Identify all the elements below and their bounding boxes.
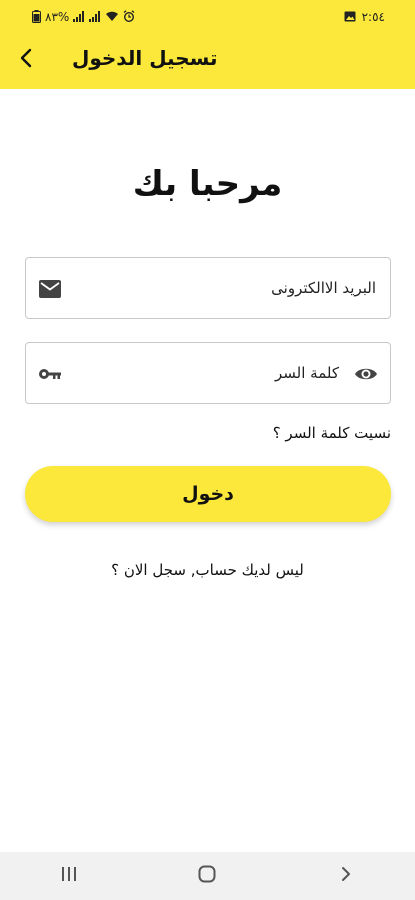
app-header: ٨٣% ٢:٥٤ تسجيل الدخول [0, 0, 415, 89]
battery-icon [32, 9, 41, 25]
recent-apps-icon [61, 866, 77, 886]
status-time-group: ٢:٥٤ [344, 10, 385, 24]
eye-icon[interactable] [354, 362, 378, 386]
signal-icon [73, 10, 85, 24]
alarm-icon [123, 10, 135, 24]
status-time: ٢:٥٤ [361, 10, 385, 24]
system-back-button[interactable] [326, 856, 366, 896]
signal-icon [89, 10, 101, 24]
welcome-heading: مرحبا بك [132, 164, 283, 204]
status-icons: ٨٣% [32, 9, 135, 25]
password-input[interactable] [74, 343, 339, 403]
mail-icon [38, 277, 62, 301]
back-icon [341, 866, 351, 886]
register-link[interactable]: ليس لديك حساب, سجل الان ؟ [0, 561, 415, 579]
email-field[interactable] [25, 257, 391, 319]
gallery-icon [344, 11, 356, 24]
home-button[interactable] [187, 856, 227, 896]
home-icon [198, 865, 216, 887]
status-bar: ٨٣% ٢:٥٤ [0, 0, 415, 34]
email-input[interactable] [74, 258, 376, 318]
app-bar: تسجيل الدخول [0, 34, 415, 89]
recent-apps-button[interactable] [49, 856, 89, 896]
chevron-left-icon [19, 48, 33, 72]
battery-level: ٨٣% [45, 10, 70, 24]
login-button[interactable]: دخول [25, 466, 391, 522]
password-field[interactable] [25, 342, 391, 404]
page-title: تسجيل الدخول [72, 46, 218, 70]
wifi-icon [105, 11, 119, 24]
key-icon [38, 362, 62, 386]
system-nav-bar [0, 852, 415, 900]
back-button[interactable] [12, 46, 40, 74]
forgot-password-link[interactable]: نسيت كلمة السر ؟ [273, 424, 391, 442]
